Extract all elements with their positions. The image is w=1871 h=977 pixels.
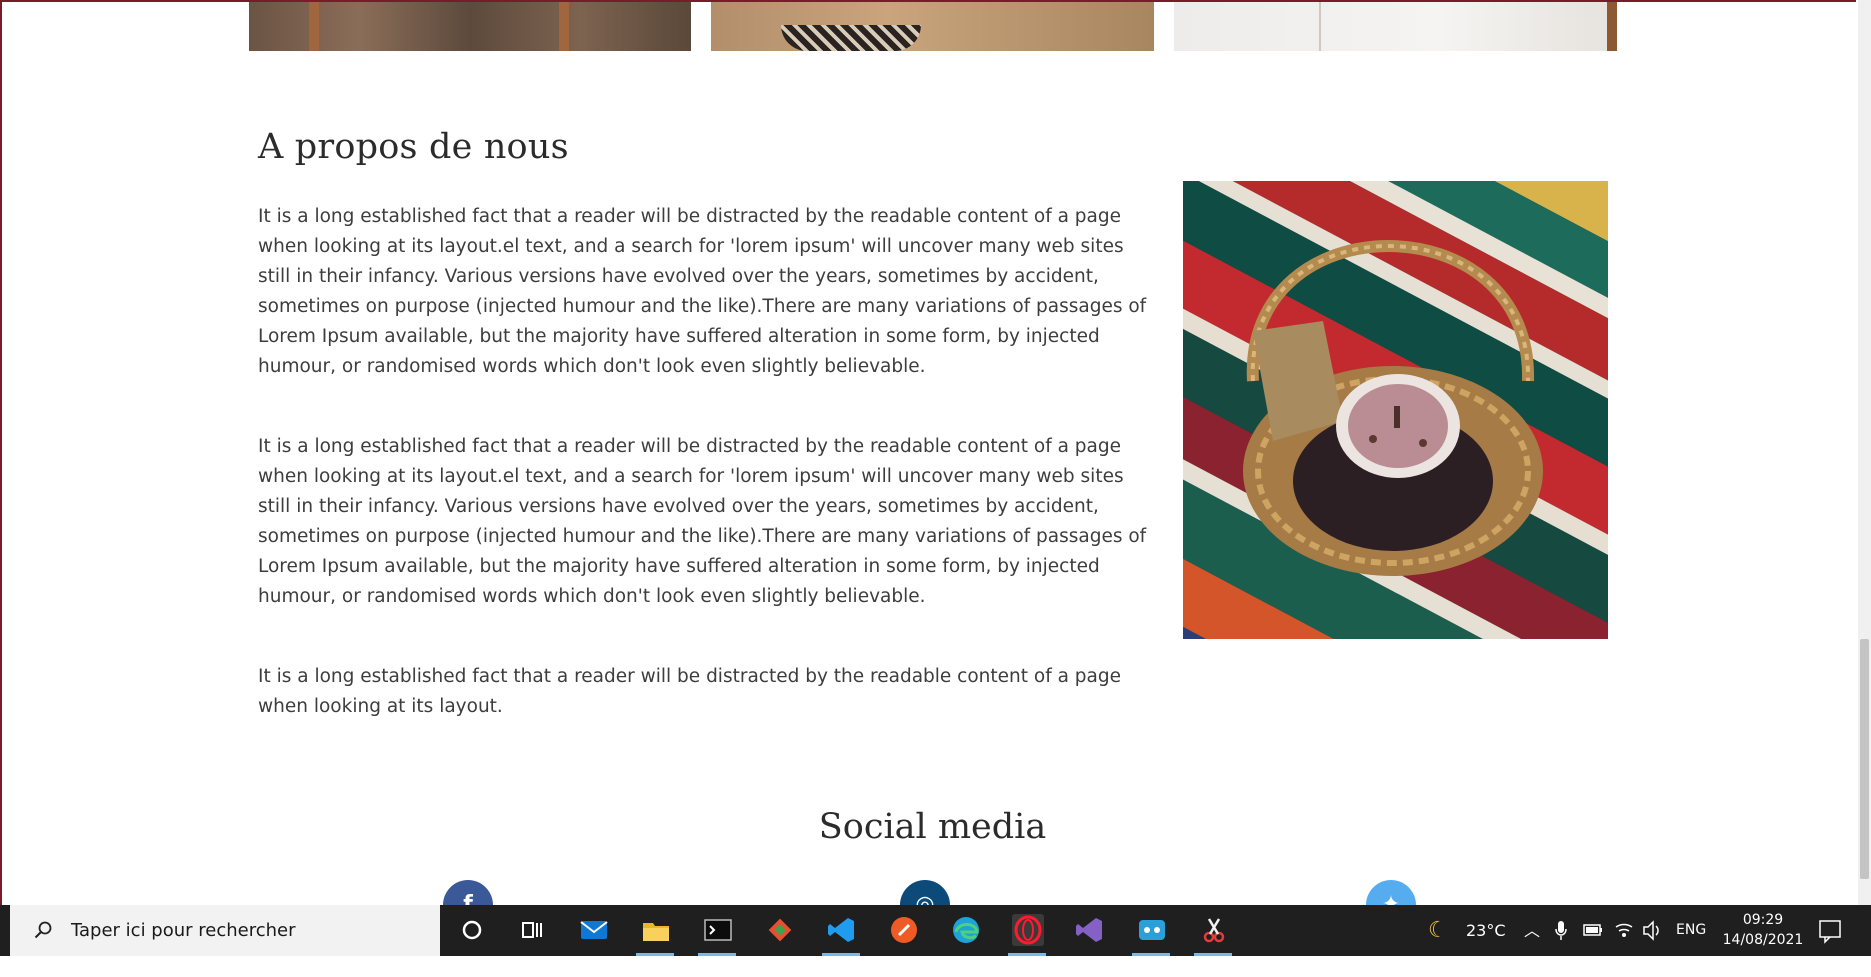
about-paragraph: It is a long established fact that a rea… <box>258 206 1147 377</box>
about-paragraph: It is a long established fact that a rea… <box>258 666 1122 717</box>
opera-icon[interactable] <box>1012 914 1044 946</box>
visual-studio-icon[interactable] <box>1074 914 1106 946</box>
windows-taskbar: Taper ici pour rechercher ☾ 23°C ︿ ENG 0… <box>0 905 1871 956</box>
social-media-title: Social media <box>818 807 1047 847</box>
snip-tool-icon[interactable] <box>1198 914 1230 946</box>
chevron-up-icon[interactable]: ︿ <box>1524 905 1540 956</box>
gallery-image-cabinet[interactable] <box>1174 2 1617 51</box>
about-paragraph: It is a long established fact that a rea… <box>258 436 1147 607</box>
weather-temperature[interactable]: 23°C <box>1466 905 1506 956</box>
cabinet-frame <box>1607 2 1617 51</box>
task-view-icon[interactable] <box>515 914 547 946</box>
facebook-button[interactable]: f <box>443 880 493 905</box>
instagram-icon: ◎ <box>915 892 935 905</box>
clock-time: 09:29 <box>1742 912 1784 928</box>
facebook-icon: f <box>463 892 473 905</box>
terminal-icon[interactable] <box>702 914 734 946</box>
wifi-icon[interactable] <box>1614 905 1634 956</box>
clock[interactable]: 09:29 14/08/2021 <box>1711 910 1815 950</box>
twitter-icon: ✦ <box>1381 892 1401 905</box>
chair-leg <box>309 2 319 51</box>
file-explorer-icon[interactable] <box>640 914 672 946</box>
volume-icon[interactable] <box>1642 905 1664 956</box>
mail-icon[interactable] <box>578 914 610 946</box>
edge-icon[interactable] <box>950 914 982 946</box>
scrollbar-thumb[interactable] <box>1860 639 1869 879</box>
gallery-image-basket[interactable] <box>711 2 1154 51</box>
language-indicator[interactable]: ENG <box>1676 905 1706 956</box>
clock-date: 14/08/2021 <box>1722 932 1804 948</box>
taskbar-search-box[interactable]: Taper ici pour rechercher <box>10 905 440 956</box>
teams-icon[interactable] <box>1136 914 1168 946</box>
gallery-image-chair-legs[interactable] <box>249 2 691 51</box>
gallery-strip <box>249 2 1617 51</box>
about-text-block: It is a long established fact that a rea… <box>258 202 1148 772</box>
postman-icon[interactable] <box>888 914 920 946</box>
search-icon <box>34 921 52 939</box>
microphone-icon[interactable] <box>1554 905 1568 956</box>
chair-leg <box>559 2 569 51</box>
search-placeholder: Taper ici pour rechercher <box>71 920 296 941</box>
cabinet-door-line <box>1319 2 1321 51</box>
browser-page: A propos de nous It is a long establishe… <box>0 0 1856 905</box>
woven-basket <box>781 25 921 51</box>
battery-icon[interactable] <box>1582 905 1604 956</box>
vertical-scrollbar[interactable] <box>1858 0 1871 905</box>
vscode-icon[interactable] <box>826 914 858 946</box>
cortana-icon[interactable] <box>456 914 488 946</box>
about-photo-candle-basket <box>1183 181 1608 639</box>
twitter-button[interactable]: ✦ <box>1366 880 1416 905</box>
instagram-button[interactable]: ◎ <box>900 880 950 905</box>
about-title: A propos de nous <box>258 127 569 167</box>
git-icon[interactable] <box>764 914 796 946</box>
notifications-icon[interactable] <box>1817 905 1843 956</box>
candle-basket-illustration <box>1183 181 1608 639</box>
weather-moon-icon[interactable]: ☾ <box>1428 905 1448 956</box>
